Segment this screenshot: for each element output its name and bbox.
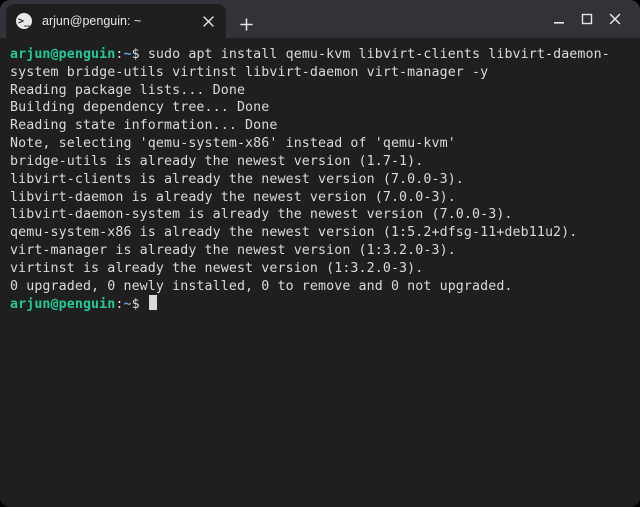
output-line: libvirt-daemon is already the newest ver… [10,189,630,207]
output-line: libvirt-daemon-system is already the new… [10,206,630,224]
output-line: Reading state information... Done [10,117,630,135]
cursor [149,295,157,310]
output-line: Note, selecting 'qemu-system-x86' instea… [10,135,630,153]
terminal-body[interactable]: arjun@penguin:~$ sudo apt install qemu-k… [0,38,640,507]
output-line: bridge-utils is already the newest versi… [10,153,630,171]
window-controls [544,12,634,26]
output-line: libvirt-clients is already the newest ve… [10,171,630,189]
output-line: 0 upgraded, 0 newly installed, 0 to remo… [10,278,630,296]
output-line: virtinst is already the newest version (… [10,260,630,278]
prompt-cwd: ~ [123,297,131,312]
prompt-user-host: arjun@penguin [10,297,115,312]
output-line: virt-manager is already the newest versi… [10,242,630,260]
terminal-window: >_ arjun@penguin: ~ arjun@penguin:~$ sud… [0,0,640,507]
output-line: qemu-system-x86 is already the newest ve… [10,224,630,242]
prompt-line: arjun@penguin:~$ [10,295,630,314]
tab-active[interactable]: >_ arjun@penguin: ~ [6,4,226,38]
prompt-dollar: $ [132,297,148,312]
tab-title: arjun@penguin: ~ [42,14,190,28]
close-tab-button[interactable] [200,13,216,29]
prompt-user-host: arjun@penguin [10,47,115,62]
titlebar: >_ arjun@penguin: ~ [0,0,640,38]
minimize-button[interactable] [552,12,566,26]
close-window-button[interactable] [608,12,622,26]
tab-region: >_ arjun@penguin: ~ [0,0,540,38]
maximize-button[interactable] [580,12,594,26]
prompt-dollar: $ [132,47,148,62]
new-tab-button[interactable] [232,10,260,38]
prompt-cwd: ~ [123,47,131,62]
prompt-line: arjun@penguin:~$ sudo apt install qemu-k… [10,46,630,82]
terminal-icon: >_ [16,13,32,29]
output-line: Building dependency tree... Done [10,99,630,117]
output-line: Reading package lists... Done [10,82,630,100]
